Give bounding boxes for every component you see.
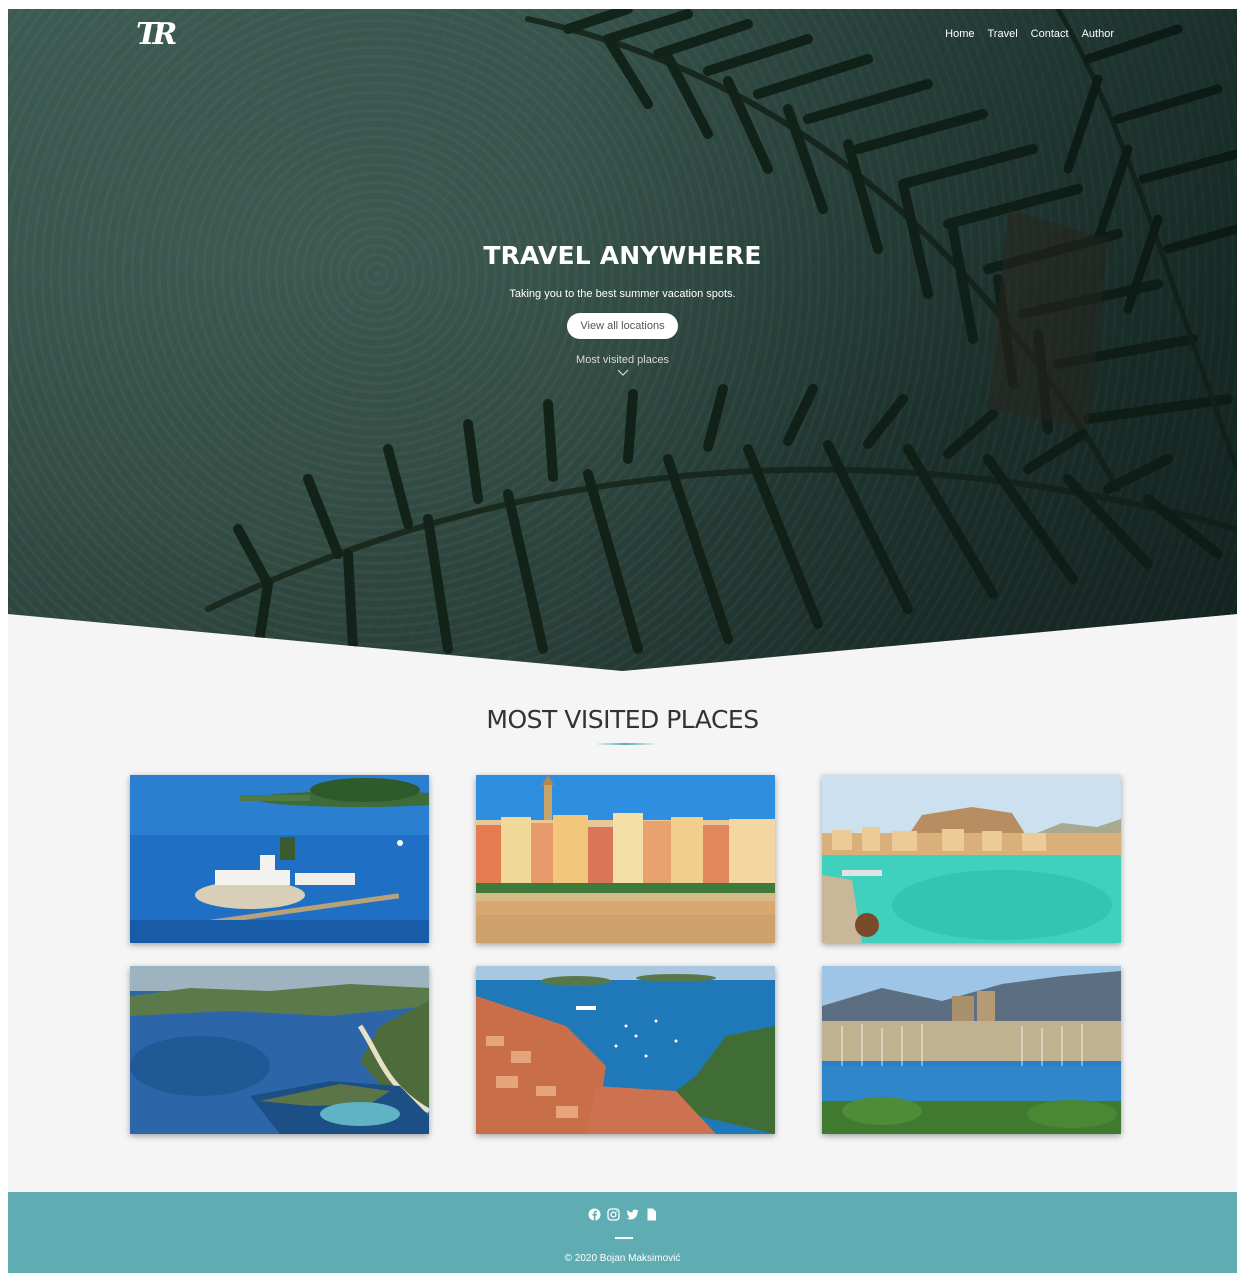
place-card-colorful-coastal-town[interactable] bbox=[476, 775, 775, 943]
twitter-icon[interactable] bbox=[626, 1208, 639, 1221]
scroll-hint-link[interactable]: Most visited places bbox=[8, 354, 1237, 377]
nav-link-contact[interactable]: Contact bbox=[1031, 28, 1069, 40]
footer-divider bbox=[615, 1237, 633, 1239]
instagram-icon[interactable] bbox=[606, 1208, 620, 1221]
hero-subtitle: Taking you to the best summer vacation s… bbox=[509, 288, 736, 300]
place-image bbox=[130, 775, 429, 943]
place-image bbox=[476, 775, 775, 943]
social-links bbox=[8, 1208, 1237, 1221]
scroll-hint-label: Most visited places bbox=[576, 354, 669, 366]
hero-section: TR Home Travel Contact Author TRAVEL ANY… bbox=[8, 9, 1237, 671]
view-all-locations-button[interactable]: View all locations bbox=[567, 313, 678, 339]
place-card-harbor-town-aerial[interactable] bbox=[476, 966, 775, 1134]
place-card-aerial-coastline[interactable] bbox=[130, 966, 429, 1134]
document-icon[interactable] bbox=[645, 1208, 658, 1221]
copyright-text: © 2020 Bojan Maksimović bbox=[564, 1253, 681, 1264]
section-title: MOST VISITED PLACES bbox=[486, 705, 759, 734]
nav-link-travel[interactable]: Travel bbox=[988, 28, 1018, 40]
title-underline bbox=[597, 743, 655, 745]
page: TR Home Travel Contact Author TRAVEL ANY… bbox=[8, 9, 1237, 1273]
facebook-icon[interactable] bbox=[588, 1208, 601, 1221]
chevron-down-icon bbox=[617, 369, 628, 376]
place-card-island-monastery[interactable] bbox=[130, 775, 429, 943]
nav-link-home[interactable]: Home bbox=[945, 28, 974, 40]
place-image bbox=[822, 775, 1121, 943]
hero-content: TRAVEL ANYWHERE Taking you to the best s… bbox=[8, 241, 1237, 377]
places-grid bbox=[130, 775, 1122, 1134]
place-image bbox=[130, 966, 429, 1134]
footer: © 2020 Bojan Maksimović bbox=[8, 1192, 1237, 1273]
nav-link-author[interactable]: Author bbox=[1082, 28, 1114, 40]
place-image bbox=[476, 966, 775, 1134]
nav-menu: Home Travel Contact Author bbox=[945, 28, 1114, 40]
place-image bbox=[822, 966, 1121, 1134]
hero-title: TRAVEL ANYWHERE bbox=[483, 241, 762, 270]
navbar: TR Home Travel Contact Author bbox=[8, 9, 1237, 69]
place-card-marina-castle[interactable] bbox=[822, 966, 1121, 1134]
site-logo[interactable]: TR bbox=[136, 17, 180, 53]
place-card-turquoise-bay-fortress[interactable] bbox=[822, 775, 1121, 943]
